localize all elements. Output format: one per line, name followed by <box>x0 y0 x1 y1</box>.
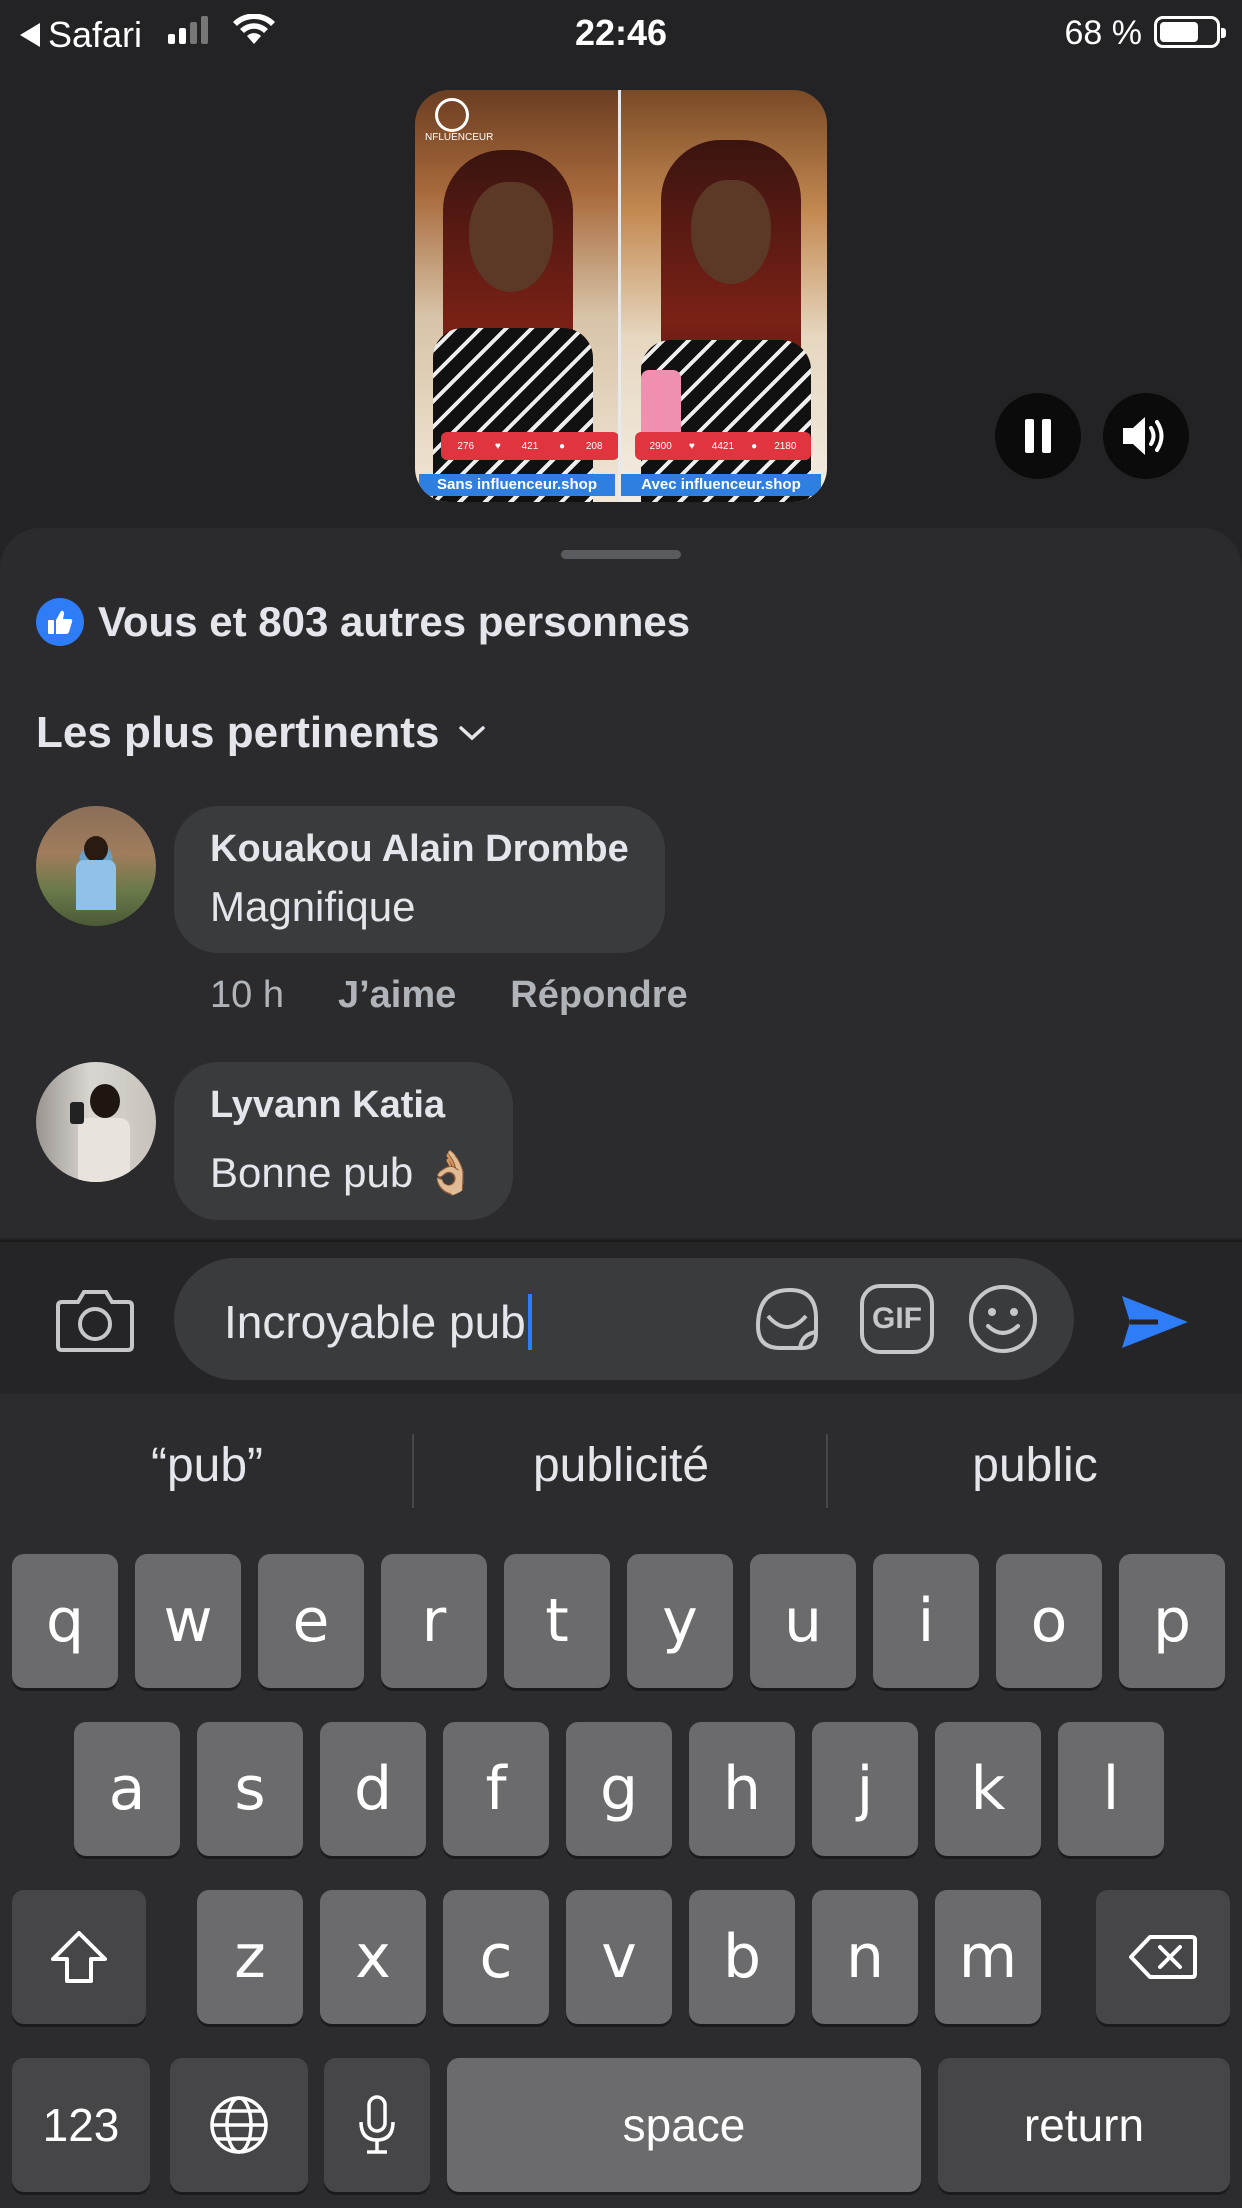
pause-button[interactable] <box>995 393 1081 479</box>
gif-icon[interactable]: GIF <box>860 1284 934 1354</box>
key-f[interactable]: f <box>443 1722 549 1856</box>
comment-input[interactable]: Incroyable pub GIF <box>174 1258 1074 1380</box>
comment-item: Lyvann Katia Bonne pub 👌🏼 <box>36 1062 1136 1232</box>
key-y[interactable]: y <box>627 1554 733 1688</box>
key-p[interactable]: p <box>1119 1554 1225 1688</box>
send-icon[interactable] <box>1118 1290 1192 1354</box>
comment-composer: Incroyable pub GIF <box>0 1240 1242 1394</box>
brand-logo: NFLUENCEUR <box>425 98 493 143</box>
sticker-icon[interactable] <box>750 1282 824 1356</box>
reply-comment-button[interactable]: Répondre <box>510 974 687 1017</box>
key-g[interactable]: g <box>566 1722 672 1856</box>
text-caret <box>527 1294 532 1350</box>
comment-input-value: Incroyable pub <box>224 1294 532 1350</box>
video-left-stats: 276 ♥ 421 ● 208 <box>441 432 619 460</box>
key-x[interactable]: x <box>320 1890 426 2024</box>
comment-text: Bonne pub 👌🏼 <box>210 1149 478 1196</box>
sort-dropdown[interactable]: Les plus pertinents <box>36 708 487 758</box>
key-d[interactable]: d <box>320 1722 426 1856</box>
globe-icon <box>210 2096 268 2154</box>
video-right-caption: Avec influenceur.shop <box>621 474 821 496</box>
video-player[interactable]: 276 ♥ 421 ● 208 Sans influenceur.shop NFLUEN… <box>415 90 827 502</box>
pause-icon <box>1025 419 1051 453</box>
emoji-icon[interactable] <box>966 1282 1040 1356</box>
chevron-down-icon <box>459 726 486 741</box>
key-b[interactable]: b <box>689 1890 795 2024</box>
battery-icon <box>1154 16 1226 48</box>
backspace-key[interactable] <box>1096 1890 1230 2024</box>
key-w[interactable]: w <box>135 1554 241 1688</box>
space-key[interactable]: space <box>447 2058 921 2192</box>
key-v[interactable]: v <box>566 1890 672 2024</box>
thumbs-up-icon <box>36 598 84 646</box>
comment-item: Kouakou Alain Drombe Magnifique 10 h J’a… <box>36 806 1136 1036</box>
clock: 22:46 <box>574 12 668 53</box>
dictation-key[interactable] <box>324 2058 430 2192</box>
globe-key[interactable] <box>170 2058 308 2192</box>
comment-time: 10 h <box>210 974 284 1016</box>
speaker-icon <box>1123 417 1164 455</box>
camera-icon[interactable] <box>56 1286 134 1352</box>
return-key[interactable]: return <box>938 2058 1230 2192</box>
video-right-stats: 2900 ♥ 4421 ● 2180 <box>635 432 811 460</box>
key-k[interactable]: k <box>935 1722 1041 1856</box>
comment-bubble[interactable]: Kouakou Alain Drombe Magnifique <box>174 806 665 953</box>
suggestion-bar: “pub” publicité public <box>0 1394 1242 1542</box>
battery-percent: 68 % <box>1064 14 1143 52</box>
comment-author[interactable]: Lyvann Katia <box>210 1084 477 1127</box>
avatar[interactable] <box>36 806 156 926</box>
comment-bubble[interactable]: Lyvann Katia Bonne pub 👌🏼 <box>174 1062 514 1220</box>
key-q[interactable]: q <box>12 1554 118 1688</box>
key-j[interactable]: j <box>812 1722 918 1856</box>
video-right-panel: 2900 ♥ 4421 ● 2180 Avec influenceur.shop <box>621 90 827 502</box>
numbers-key[interactable]: 123 <box>12 2058 150 2192</box>
avatar[interactable] <box>36 1062 156 1182</box>
status-bar: Safari 22:46 68 % <box>0 0 1242 64</box>
key-o[interactable]: o <box>996 1554 1102 1688</box>
key-u[interactable]: u <box>750 1554 856 1688</box>
key-e[interactable]: e <box>258 1554 364 1688</box>
shift-icon <box>51 1931 107 1983</box>
key-n[interactable]: n <box>812 1890 918 2024</box>
key-c[interactable]: c <box>443 1890 549 2024</box>
key-r[interactable]: r <box>381 1554 487 1688</box>
microphone-icon <box>359 2095 395 2154</box>
suggestion-item[interactable]: public <box>828 1438 1242 1493</box>
sheet-grabber[interactable] <box>561 550 681 559</box>
key-i[interactable]: i <box>873 1554 979 1688</box>
suggestion-item[interactable]: “pub” <box>0 1438 414 1493</box>
key-m[interactable]: m <box>935 1890 1041 2024</box>
comments-sheet: Vous et 803 autres personnes Les plus pe… <box>0 528 1242 1238</box>
comment-text: Magnifique <box>210 883 416 930</box>
shift-key[interactable] <box>12 1890 146 2024</box>
volume-button[interactable] <box>1103 393 1189 479</box>
reactions-text: Vous et 803 autres personnes <box>98 598 691 645</box>
comment-author[interactable]: Kouakou Alain Drombe <box>210 828 629 871</box>
key-l[interactable]: l <box>1058 1722 1164 1856</box>
backspace-icon <box>1129 1935 1197 1979</box>
keyboard: “pub” publicité public q w e r t y u i o… <box>0 1394 1242 2208</box>
video-left-caption: Sans influenceur.shop <box>419 474 615 496</box>
key-a[interactable]: a <box>74 1722 180 1856</box>
suggestion-item[interactable]: publicité <box>414 1438 828 1493</box>
key-z[interactable]: z <box>197 1890 303 2024</box>
comment-actions: 10 h J’aime Répondre <box>210 974 688 1017</box>
reactions-summary[interactable]: Vous et 803 autres personnes <box>36 598 690 646</box>
key-h[interactable]: h <box>689 1722 795 1856</box>
like-comment-button[interactable]: J’aime <box>338 974 456 1017</box>
video-left-panel: 276 ♥ 421 ● 208 Sans influenceur.shop NFLUEN… <box>415 90 621 502</box>
key-s[interactable]: s <box>197 1722 303 1856</box>
sort-label: Les plus pertinents <box>36 708 440 757</box>
key-t[interactable]: t <box>504 1554 610 1688</box>
